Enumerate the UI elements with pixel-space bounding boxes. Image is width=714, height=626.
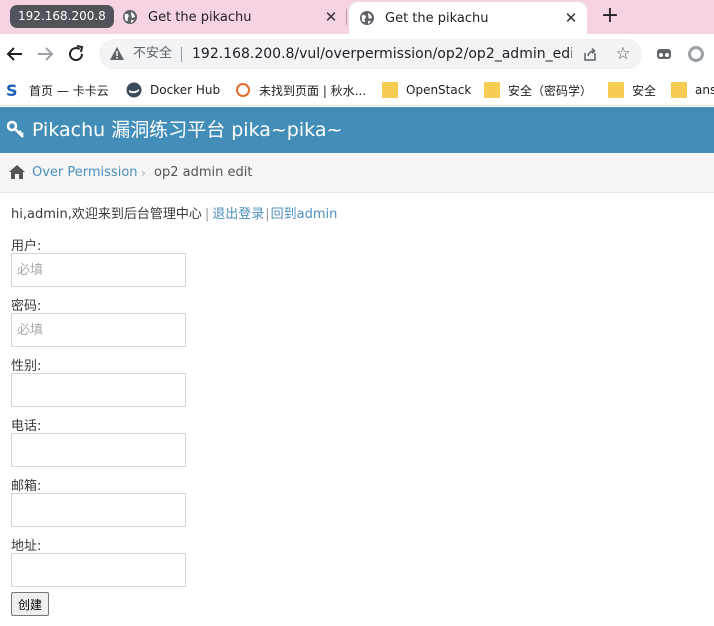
password-label: 密码: <box>11 299 42 314</box>
gender-label: 性别: <box>11 359 42 374</box>
svg-text:S: S <box>6 82 18 98</box>
url-text[interactable]: 192.168.200.8/vul/overpermission/op2/op2… <box>192 39 572 69</box>
bookmark-label: 安全（密码学） <box>508 83 593 98</box>
star-icon[interactable]: ☆ <box>613 44 633 64</box>
security-label[interactable]: 不安全 <box>133 39 172 69</box>
tab-strip: 192.168.200.8 Get the pikachu ✕ Get the … <box>0 0 714 34</box>
gender-input[interactable] <box>11 373 186 407</box>
tab-divider <box>346 9 347 25</box>
reload-icon[interactable] <box>64 42 88 66</box>
share-icon[interactable] <box>582 46 598 62</box>
bookmark-item[interactable]: 未找到页面 | 秋水... <box>235 74 366 106</box>
profile-icon[interactable] <box>688 46 704 62</box>
site-title[interactable]: Pikachu 漏洞练习平台 pika~pika~ <box>32 107 342 153</box>
folder-icon <box>484 82 500 98</box>
bookmark-label: 安全 <box>632 83 657 98</box>
plus-icon[interactable]: + <box>598 3 622 29</box>
breadcrumb: Over Permission › op2 admin edit <box>0 153 714 193</box>
bookmark-label: 未找到页面 | 秋水... <box>259 83 367 98</box>
bookmark-item[interactable]: 安全 <box>608 74 656 106</box>
phone-label: 电话: <box>11 419 42 434</box>
address-input[interactable] <box>11 553 186 587</box>
divider <box>181 47 182 62</box>
browser-toolbar: 不安全 192.168.200.8/vul/overpermission/op2… <box>0 34 714 74</box>
email-input[interactable] <box>11 493 186 527</box>
bookmark-item[interactable]: OpenStack <box>382 74 471 106</box>
bookmark-item[interactable]: ans <box>671 74 714 106</box>
folder-icon <box>671 82 687 98</box>
back-to-admin-link[interactable]: 回到admin <box>271 207 338 222</box>
home-icon <box>9 165 25 179</box>
warning-icon[interactable] <box>109 46 125 62</box>
bookmark-item[interactable]: S 首页 — 卡卡云 <box>5 74 109 106</box>
username-label: 用户: <box>11 239 42 254</box>
tab-inactive[interactable]: Get the pikachu ✕ <box>112 0 347 34</box>
s-logo-icon: S <box>6 82 18 98</box>
docker-icon <box>126 82 142 98</box>
breadcrumb-link[interactable]: Over Permission <box>32 153 138 193</box>
site-header: Pikachu 漏洞练习平台 pika~pika~ <box>0 107 714 153</box>
forward-arrow-icon[interactable] <box>33 42 57 66</box>
extension-icon[interactable] <box>656 46 672 62</box>
address-bar[interactable]: 不安全 192.168.200.8/vul/overpermission/op2… <box>99 39 642 69</box>
back-arrow-icon[interactable] <box>3 42 27 66</box>
folder-icon <box>382 82 398 98</box>
tab-title: Get the pikachu <box>148 9 252 25</box>
bookmarks-bar: S 首页 — 卡卡云 Docker Hub 未找到页面 | 秋水... Open… <box>0 74 714 106</box>
circle-icon <box>236 83 250 97</box>
phone-input[interactable] <box>11 433 186 467</box>
bookmark-label: OpenStack <box>406 83 472 97</box>
close-icon[interactable]: ✕ <box>321 8 341 26</box>
chevron-right-icon: › <box>141 166 146 180</box>
tab-active[interactable]: Get the pikachu ✕ <box>349 2 587 34</box>
bookmark-item[interactable]: 安全（密码学） <box>484 74 592 106</box>
welcome-text: hi,admin,欢迎来到后台管理中心 <box>11 207 202 222</box>
breadcrumb-current: op2 admin edit <box>154 165 253 180</box>
welcome-line: hi,admin,欢迎来到后台管理中心 | 退出登录|回到admin <box>11 207 338 222</box>
create-button[interactable]: 创建 <box>11 592 50 616</box>
folder-icon <box>608 82 624 98</box>
address-label: 地址: <box>11 539 42 554</box>
bookmark-label: ans <box>695 83 714 97</box>
globe-icon <box>123 10 137 24</box>
key-icon <box>6 120 24 138</box>
close-icon[interactable]: ✕ <box>561 9 581 27</box>
logout-link[interactable]: 退出登录 <box>212 207 264 222</box>
tab-title: Get the pikachu <box>385 10 489 26</box>
tab-group-chip[interactable]: 192.168.200.8 <box>10 5 114 28</box>
username-input[interactable] <box>11 253 186 287</box>
globe-icon <box>360 11 374 25</box>
password-input[interactable] <box>11 313 186 347</box>
bookmark-label: Docker Hub <box>150 83 221 97</box>
bookmark-item[interactable]: Docker Hub <box>126 74 220 106</box>
bookmark-label: 首页 — 卡卡云 <box>29 83 109 98</box>
email-label: 邮箱: <box>11 479 42 494</box>
